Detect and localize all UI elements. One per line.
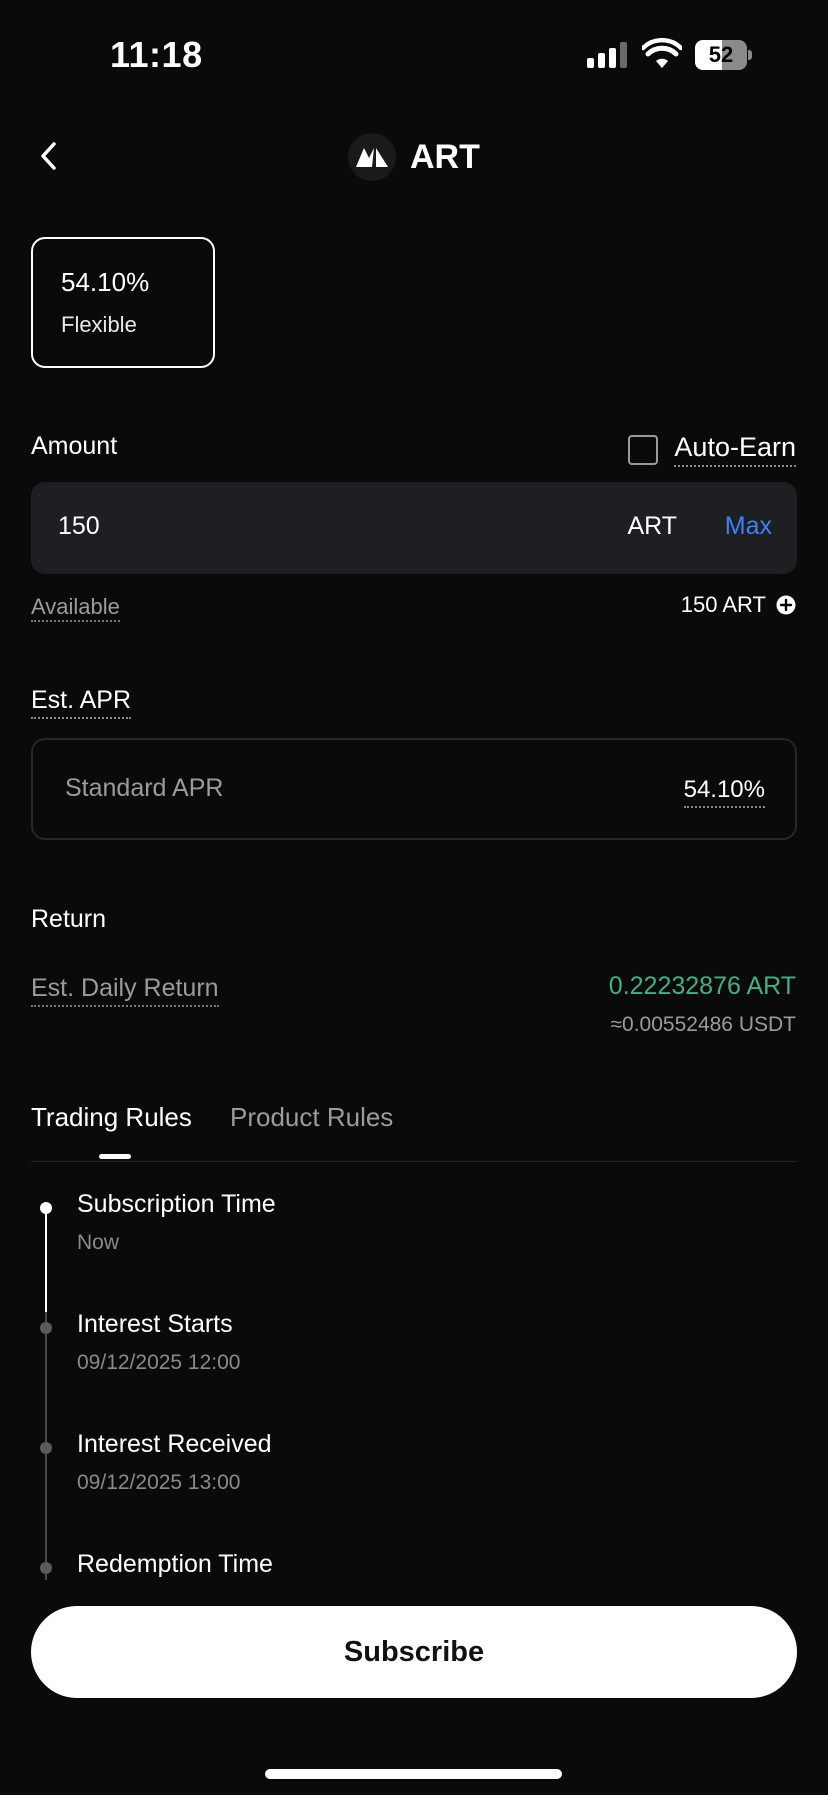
- timeline-dot-redemption: [40, 1562, 52, 1574]
- amount-field[interactable]: ART Max: [31, 482, 797, 574]
- auto-earn-toggle[interactable]: Auto-Earn: [628, 432, 796, 467]
- status-time: 11:18: [110, 34, 203, 75]
- timeline-title: Redemption Time: [77, 1550, 273, 1578]
- page-title: ART: [410, 137, 480, 176]
- tab-active-indicator: [99, 1154, 131, 1159]
- battery-icon: 52: [695, 40, 752, 70]
- timeline-dot-interest-starts: [40, 1322, 52, 1334]
- wifi-icon: [642, 38, 682, 68]
- timeline-title: Interest Received: [77, 1430, 272, 1458]
- timeline-item: Subscription Time Now: [77, 1190, 276, 1255]
- amount-label: Amount: [31, 432, 118, 460]
- amount-input[interactable]: [58, 512, 458, 541]
- timeline-subtitle: 09/12/2025 12:00: [77, 1351, 241, 1374]
- daily-return-value: 0.22232876 ART: [608, 972, 796, 1000]
- timeline-item: Interest Starts 09/12/2025 12:00: [77, 1310, 241, 1375]
- status-bar: 11:18 52: [0, 0, 828, 110]
- max-button[interactable]: Max: [725, 512, 772, 541]
- back-icon[interactable]: [30, 136, 70, 176]
- timeline-item: Interest Received 09/12/2025 13:00: [77, 1430, 272, 1495]
- daily-return-usdt: ≈0.00552486 USDT: [610, 1013, 796, 1036]
- timeline-subtitle: Now: [77, 1231, 120, 1254]
- cellular-signal-icon: [587, 42, 629, 68]
- rules-timeline: Subscription Time Now Interest Starts 09…: [31, 1190, 797, 1580]
- rules-tabs: Trading Rules Product Rules: [31, 1102, 797, 1162]
- est-apr-label[interactable]: Est. APR: [31, 686, 132, 719]
- amount-unit: ART: [627, 512, 677, 540]
- available-balance: 150 ART: [681, 592, 796, 618]
- return-label: Return: [31, 905, 107, 933]
- title-wrap: ART: [348, 132, 480, 182]
- header: ART: [0, 120, 828, 194]
- available-label[interactable]: Available: [31, 594, 120, 622]
- available-value: 150 ART: [680, 592, 766, 617]
- auto-earn-checkbox[interactable]: [628, 434, 659, 465]
- timeline-subtitle: 09/12/2025 13:00: [77, 1471, 241, 1494]
- subscribe-button[interactable]: Subscribe: [31, 1606, 797, 1698]
- standard-apr-value[interactable]: 54.10%: [683, 776, 765, 808]
- add-funds-icon[interactable]: [776, 595, 796, 615]
- battery-level: 52: [708, 42, 734, 67]
- apr-card-type: Flexible: [61, 312, 137, 337]
- home-indicator[interactable]: [265, 1769, 562, 1779]
- timeline-item: Redemption Time: [77, 1550, 273, 1579]
- timeline-progress-line: [45, 1208, 47, 1312]
- timeline-title: Subscription Time: [77, 1190, 276, 1218]
- apr-option-card[interactable]: 54.10% Flexible: [31, 237, 215, 368]
- standard-apr-label: Standard APR: [65, 774, 224, 802]
- apr-box: Standard APR 54.10%: [31, 738, 797, 840]
- daily-return-label[interactable]: Est. Daily Return: [31, 974, 219, 1007]
- timeline-dot-interest-received: [40, 1442, 52, 1454]
- apr-card-percent: 54.10%: [61, 267, 150, 297]
- auto-earn-label[interactable]: Auto-Earn: [674, 432, 796, 467]
- art-token-logo-icon: [348, 133, 396, 181]
- tab-trading-rules[interactable]: Trading Rules: [31, 1102, 192, 1133]
- timeline-dot-subscription: [40, 1202, 52, 1214]
- timeline-title: Interest Starts: [77, 1310, 233, 1338]
- tab-product-rules[interactable]: Product Rules: [230, 1102, 393, 1133]
